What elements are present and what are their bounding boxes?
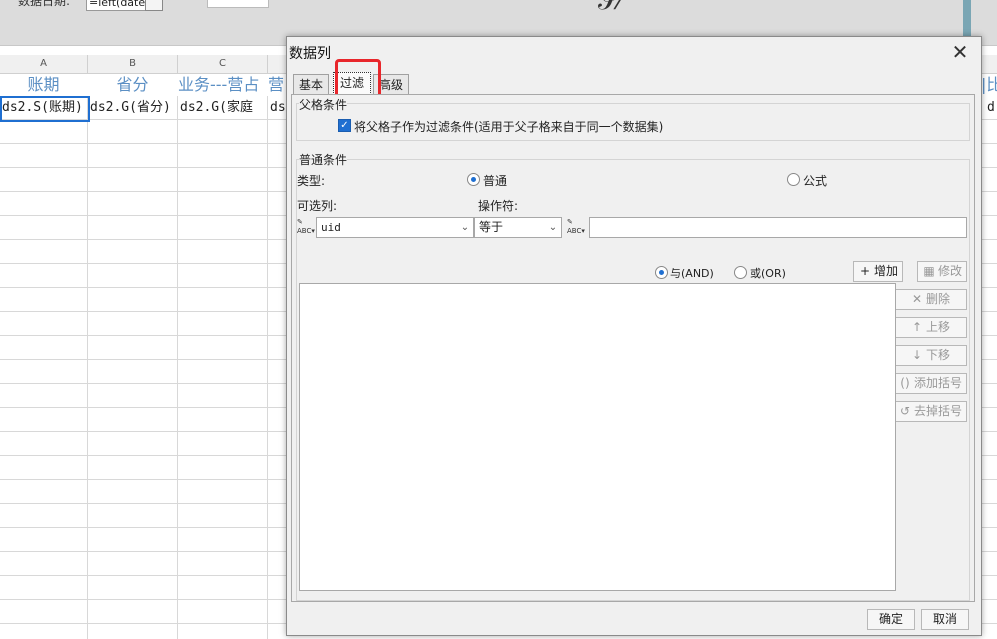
header-cell-business[interactable]: 业务---营占 — [178, 74, 267, 96]
data-cell-business[interactable]: ds2.G(家庭 — [180, 96, 267, 120]
close-icon[interactable]: ✕ — [947, 39, 973, 65]
chevron-down-icon: ⌄ — [548, 222, 558, 233]
date-field[interactable]: =left(date — [86, 0, 146, 11]
edit-icon: ▦ — [923, 264, 935, 278]
operator-select-value: 等于 — [479, 220, 504, 234]
type-formula-label: 公式 — [803, 174, 828, 188]
cancel-button[interactable]: 取消 — [921, 609, 969, 630]
type-formula-radio[interactable] — [787, 173, 800, 186]
header-cell-period[interactable]: 账期 — [0, 74, 87, 96]
operator-select[interactable]: 等于 ⌄ — [474, 217, 562, 238]
value-input[interactable] — [589, 217, 967, 238]
parameter-box — [207, 0, 269, 8]
value-type-icon[interactable]: ✎ ABC▾ — [567, 218, 585, 236]
data-cell-province[interactable]: ds2.G(省分) — [90, 96, 177, 120]
remove-bracket-button[interactable]: ↺ 去掉括号 — [893, 401, 967, 422]
data-cell-ratio[interactable]: ds — [270, 96, 286, 120]
parent-filter-label: 将父格子作为过滤条件(适用于父子格来自于同一个数据集) — [354, 120, 664, 134]
delete-button[interactable]: ✕ 删除 — [893, 289, 967, 310]
column-select[interactable]: uid ⌄ — [316, 217, 474, 238]
data-column-dialog: 数据列 ✕ 基本 过滤 高级 父格条件 ✓ 将父格子作为过滤条件(适用于父子格来… — [286, 36, 982, 636]
column-select-value: uid — [321, 221, 341, 234]
type-label: 类型: — [297, 174, 326, 188]
normal-condition-legend: 普通条件 — [299, 151, 348, 168]
column-header-b[interactable]: B — [88, 55, 178, 73]
remove-bracket-icon: ↺ — [899, 404, 911, 418]
tab-basic[interactable]: 基本 — [293, 74, 329, 95]
logic-and-label: 与(AND) — [670, 267, 714, 280]
column-header-a[interactable]: A — [0, 55, 88, 73]
add-button[interactable]: + 增加 — [853, 261, 903, 282]
operator-label: 操作符: — [478, 199, 519, 213]
logic-or-radio[interactable] — [734, 266, 747, 279]
condition-list[interactable] — [299, 283, 896, 591]
plus-icon: + — [859, 264, 871, 278]
column-label: 可选列: — [297, 199, 338, 213]
header-cell-right[interactable]: |比 — [981, 74, 997, 96]
calendar-icon[interactable] — [145, 0, 163, 11]
signature-mark: 𝒮⁄ — [598, 0, 623, 16]
modify-button[interactable]: ▦ 修改 — [917, 261, 967, 282]
move-up-button[interactable]: ↑ 上移 — [893, 317, 967, 338]
ok-button[interactable]: 确定 — [867, 609, 915, 630]
header-cell-ratio[interactable]: 营占比- — [268, 74, 286, 96]
add-bracket-button[interactable]: () 添加括号 — [893, 373, 967, 394]
date-label: 数据日期: — [18, 0, 71, 8]
data-cell-right[interactable]: d — [987, 96, 997, 120]
move-down-button[interactable]: ↓ 下移 — [893, 345, 967, 366]
arrow-down-icon: ↓ — [911, 348, 923, 362]
logic-or-label: 或(OR) — [750, 267, 786, 280]
arrow-up-icon: ↑ — [911, 320, 923, 334]
header-cell-province[interactable]: 省分 — [88, 74, 177, 96]
parent-filter-checkbox[interactable]: ✓ — [338, 119, 351, 132]
dialog-title: 数据列 — [289, 46, 331, 62]
chevron-down-icon: ⌄ — [460, 222, 470, 233]
column-type-icon: ✎ ABC▾ — [297, 218, 315, 235]
selected-cell-outline — [0, 96, 90, 122]
type-normal-label: 普通 — [483, 174, 508, 188]
bracket-icon: () — [900, 376, 910, 390]
column-header-c[interactable]: C — [178, 55, 268, 73]
parent-condition-legend: 父格条件 — [299, 96, 348, 113]
type-normal-radio[interactable] — [467, 173, 480, 186]
logic-and-radio[interactable] — [655, 266, 668, 279]
delete-icon: ✕ — [911, 292, 923, 306]
